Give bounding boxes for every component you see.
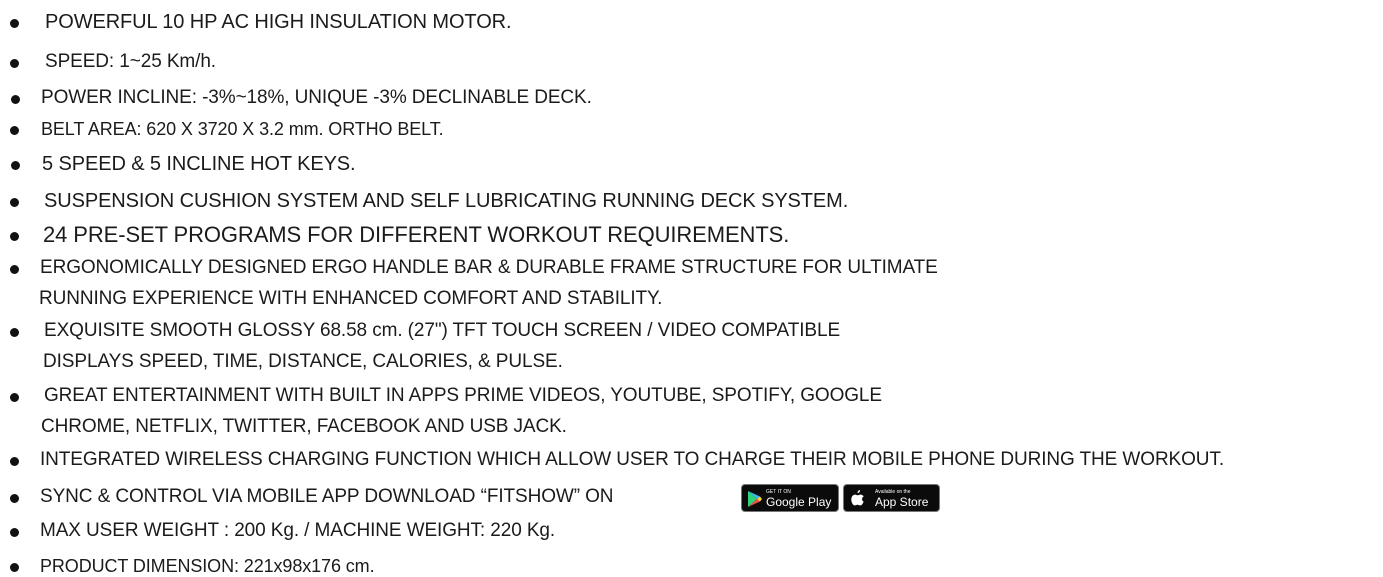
google-play-big-text: Google Play [766, 495, 832, 509]
feature-text: DISPLAYS SPEED, TIME, DISTANCE, CALORIES… [43, 351, 563, 372]
feature-text: POWER INCLINE: -3%~18%, UNIQUE -3% DECLI… [41, 87, 592, 108]
feature-text: BELT AREA: 620 X 3720 X 3.2 mm. ORTHO BE… [41, 119, 444, 139]
bullet-icon [10, 232, 19, 241]
google-play-icon [748, 491, 762, 512]
feature-text: 24 PRE-SET PROGRAMS FOR DIFFERENT WORKOU… [43, 222, 790, 247]
feature-text: EXQUISITE SMOOTH GLOSSY 68.58 cm. (27") … [44, 320, 841, 341]
apple-icon [851, 490, 864, 511]
bullet-icon [11, 95, 20, 104]
app-store-badge[interactable]: Available on the App Store [843, 484, 940, 512]
bullet-icon [10, 126, 19, 135]
bullet-icon [10, 19, 19, 28]
feature-text: INTEGRATED WIRELESS CHARGING FUNCTION WH… [40, 449, 1225, 470]
feature-text: SPEED: 1~25 Km/h. [45, 51, 216, 72]
bullet-icon [10, 494, 19, 503]
bullet-icon [10, 328, 19, 337]
feature-text: 5 SPEED & 5 INCLINE HOT KEYS. [42, 153, 356, 175]
bullet-icon [10, 528, 19, 537]
bullet-icon [11, 161, 20, 170]
bullet-icon [10, 563, 19, 572]
feature-text: SYNC & CONTROL VIA MOBILE APP DOWNLOAD “… [40, 486, 614, 507]
bullet-icon [10, 198, 19, 207]
app-store-big-text: App Store [875, 495, 929, 509]
feature-text: ERGONOMICALLY DESIGNED ERGO HANDLE BAR &… [40, 257, 938, 278]
bullet-icon [10, 59, 19, 68]
bullet-icon [10, 393, 19, 402]
feature-text: RUNNING EXPERIENCE WITH ENHANCED COMFORT… [39, 288, 663, 309]
feature-text: SUSPENSION CUSHION SYSTEM AND SELF LUBRI… [44, 190, 849, 212]
feature-text: CHROME, NETFLIX, TWITTER, FACEBOOK AND U… [41, 416, 567, 437]
bullet-icon [10, 457, 19, 466]
bullet-icon [10, 265, 19, 274]
feature-text: POWERFUL 10 HP AC HIGH INSULATION MOTOR. [45, 11, 512, 33]
feature-text: GREAT ENTERTAINMENT WITH BUILT IN APPS P… [44, 385, 882, 406]
feature-text: MAX USER WEIGHT : 200 Kg. / MACHINE WEIG… [40, 520, 556, 541]
google-play-badge[interactable]: GET IT ON Google Play [741, 484, 839, 512]
